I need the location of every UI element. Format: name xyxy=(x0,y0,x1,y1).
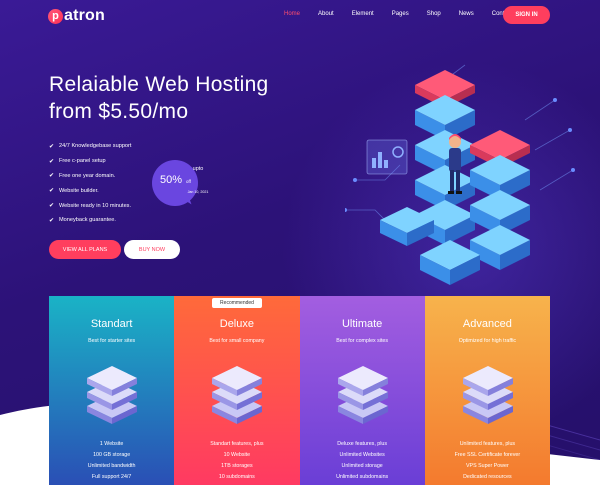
server-stack-icon xyxy=(337,366,388,424)
plan-feature: 10 subdomains xyxy=(218,474,255,480)
logo-text: atron xyxy=(64,7,105,24)
badge-off: off xyxy=(186,179,191,184)
plan-name: Standart xyxy=(90,318,133,330)
plan-feature: VPS Super Power xyxy=(466,463,509,469)
server-stack-icon xyxy=(212,366,263,424)
plan-feature: 10 Website xyxy=(223,452,251,458)
plan-feature: Unlimited bandwidth xyxy=(87,463,136,469)
plan-feature: 100 GB storage xyxy=(93,452,131,458)
feature-text: 24/7 Knowledgebase support xyxy=(59,143,132,150)
plan-subtitle: Optimized for high traffic xyxy=(458,338,517,344)
plan-feature: Unlimited subdomains xyxy=(336,474,389,480)
plan-feature: Unlimited Websites xyxy=(339,452,385,458)
plan-name: Advanced xyxy=(462,318,512,330)
plan-features: Unlimited features, plus Free SSL Certif… xyxy=(425,439,550,483)
server-stack-icon xyxy=(462,366,513,424)
check-icon: ✔ xyxy=(49,173,55,180)
plan-features: 1 Website 100 GB storage Unlimited bandw… xyxy=(49,439,174,483)
pricing-cards: Standart Best for starter sites 1 Websit… xyxy=(49,296,550,485)
plan-feature: Standart features, plus xyxy=(210,441,264,447)
logo-mark: p xyxy=(48,8,63,24)
plan-feature: Dedicated resources xyxy=(463,474,512,480)
plan-feature: Unlimited storage xyxy=(341,463,383,469)
buy-now-button[interactable]: BUY NOW xyxy=(124,240,180,259)
plan-features: Standart features, plus 10 Website 1TB s… xyxy=(174,439,299,483)
nav-news[interactable]: News xyxy=(459,11,474,17)
feature-item: ✔ Website ready in 10 minutes. xyxy=(49,198,131,213)
feature-item: ✔ Website builder. xyxy=(49,183,131,198)
feature-text: Website ready in 10 minutes. xyxy=(59,202,132,209)
plan-subtitle: Best for small company xyxy=(209,338,265,344)
feature-item: ✔ Moneyback guarantee. xyxy=(49,213,131,228)
nav-pages[interactable]: Pages xyxy=(392,11,409,17)
logo[interactable]: p atron xyxy=(48,6,105,26)
server-illustration xyxy=(345,64,575,285)
plan-feature: 1TB storages xyxy=(221,463,253,469)
sign-in-button[interactable]: SIGN IN xyxy=(503,6,550,24)
feature-text: Free c-panel setup xyxy=(59,158,106,165)
hero-title-line2: from $5.50/mo xyxy=(49,100,189,123)
badge-upto: upto xyxy=(192,166,204,172)
check-icon: ✔ xyxy=(49,143,55,150)
hero-section: p atron Home About Element Pages Shop Ne… xyxy=(0,0,600,485)
nav-element[interactable]: Element xyxy=(352,11,374,17)
plan-feature: 1 Website xyxy=(99,441,124,447)
plan-feature: Free SSL Certificate forever xyxy=(454,452,521,458)
feature-text: Website builder. xyxy=(59,187,99,194)
plan-features: Deluxe features, plus Unlimited Websites… xyxy=(300,439,425,483)
check-icon: ✔ xyxy=(49,217,55,224)
hero-title: Relaiable Web Hosting from $5.50/mo xyxy=(49,71,329,125)
feature-list: ✔ 24/7 Knowledgebase support ✔ Free c-pane… xyxy=(49,139,131,228)
plan-card-ultimate[interactable]: Ultimate Best for complex sites Deluxe f… xyxy=(299,296,425,485)
view-all-plans-button[interactable]: VIEW ALL PLANS xyxy=(49,240,121,259)
plan-name: Ultimate xyxy=(341,318,383,330)
feature-item: ✔ Free one year domain. xyxy=(49,169,131,184)
discount-badge: upto 50% off Jan 10, 2021 xyxy=(152,160,208,206)
badge-percent: 50% xyxy=(160,174,183,186)
hero-title-line1: Relaiable Web Hosting xyxy=(49,73,269,96)
main-nav: Home About Element Pages Shop News Conta… xyxy=(284,11,530,17)
nav-shop[interactable]: Shop xyxy=(427,11,441,17)
plan-subtitle: Best for complex sites xyxy=(336,338,389,344)
plan-card-advanced[interactable]: Advanced Optimized for high traffic Unli… xyxy=(424,296,550,485)
plan-name: Deluxe xyxy=(219,318,254,330)
feature-item: ✔ Free c-panel setup xyxy=(49,154,131,169)
plan-card-standart[interactable]: Standart Best for starter sites 1 Websit… xyxy=(49,296,175,485)
plan-feature: Full support 24/7 xyxy=(91,474,132,480)
check-icon: ✔ xyxy=(49,188,55,195)
plan-card-deluxe[interactable]: Deluxe Best for small company Standart f… xyxy=(174,296,300,485)
feature-item: ✔ 24/7 Knowledgebase support xyxy=(49,139,131,154)
badge-date: Jan 10, 2021 xyxy=(187,190,209,194)
check-icon: ✔ xyxy=(49,203,55,210)
plan-feature: Unlimited features, plus xyxy=(459,441,516,447)
nav-home[interactable]: Home xyxy=(284,11,300,17)
recommended-badge: Recommended xyxy=(212,298,262,308)
plan-subtitle: Best for starter sites xyxy=(88,338,136,344)
feature-text: Free one year domain. xyxy=(59,172,116,179)
feature-text: Moneyback guarantee. xyxy=(59,217,116,224)
server-stack-icon xyxy=(87,366,137,424)
check-icon: ✔ xyxy=(49,158,55,165)
nav-about[interactable]: About xyxy=(318,11,334,17)
plan-feature: Deluxe features, plus xyxy=(337,441,387,447)
